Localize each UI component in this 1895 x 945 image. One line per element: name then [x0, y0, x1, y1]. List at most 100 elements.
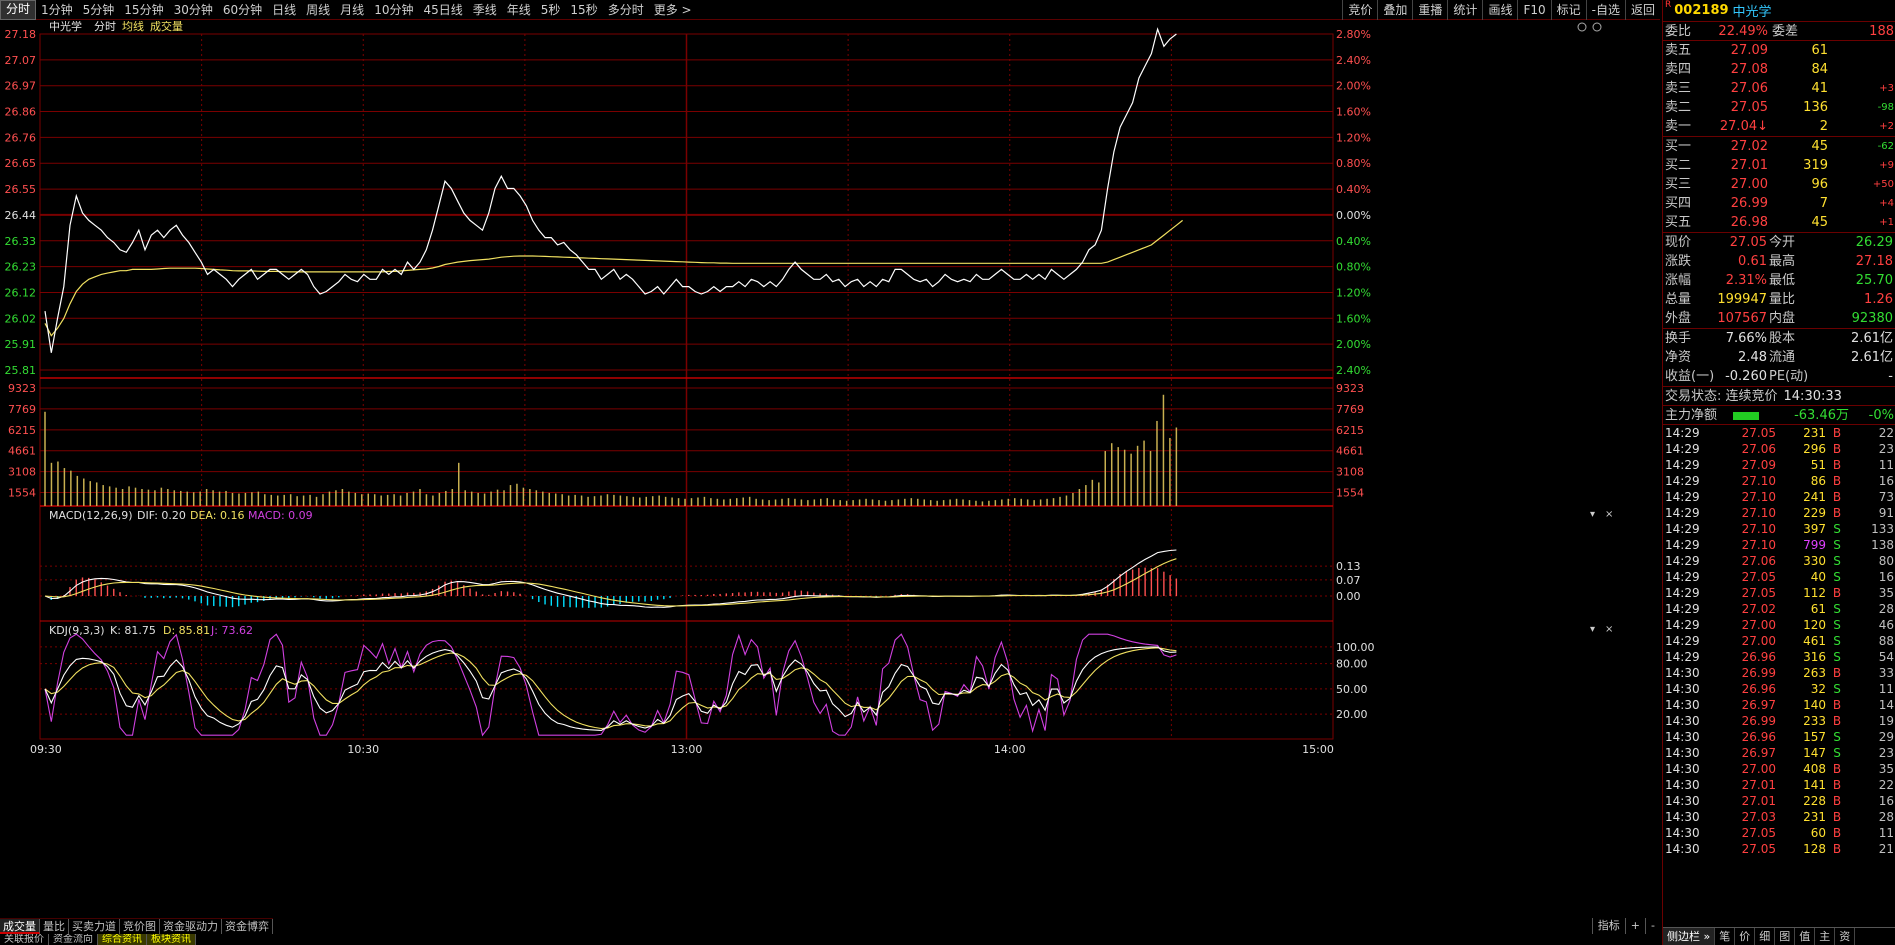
- tick-row[interactable]: 14:30 27.05 128 B 21: [1663, 841, 1895, 857]
- indicator-control-button[interactable]: -: [1645, 918, 1660, 934]
- tick-row[interactable]: 14:30 26.96 32 S 11: [1663, 681, 1895, 697]
- indicator-tab[interactable]: 买卖力道: [69, 919, 120, 934]
- tool-button[interactable]: F10: [1517, 0, 1550, 20]
- tick-row[interactable]: 14:29 27.09 51 B 11: [1663, 457, 1895, 473]
- level-volume: 45: [1811, 215, 1828, 230]
- tick-row[interactable]: 14:30 26.99 233 B 19: [1663, 713, 1895, 729]
- sells-level[interactable]: 卖三 27.06 41 +3: [1663, 79, 1895, 98]
- tick-row[interactable]: 14:29 27.02 61 S 28: [1663, 601, 1895, 617]
- period-tab[interactable]: 多分时: [603, 0, 649, 20]
- tool-button[interactable]: 竞价: [1342, 0, 1377, 20]
- sells-level[interactable]: 卖五 27.09 61: [1663, 41, 1895, 60]
- tick-row[interactable]: 14:30 26.99 263 B 33: [1663, 665, 1895, 681]
- side-tab[interactable]: 值: [1795, 928, 1816, 945]
- indicator-tab[interactable]: 量比: [40, 919, 69, 934]
- period-tab[interactable]: 10分钟: [369, 0, 418, 20]
- tick-row[interactable]: 14:30 26.97 147 S 23: [1663, 745, 1895, 761]
- tool-button[interactable]: 叠加: [1377, 0, 1412, 20]
- tick-row[interactable]: 14:30 27.03 231 B 28: [1663, 809, 1895, 825]
- period-tab[interactable]: 60分钟: [218, 0, 267, 20]
- tick-row[interactable]: 14:29 27.06 296 B 23: [1663, 441, 1895, 457]
- tick-time: 14:30: [1665, 666, 1700, 680]
- time-tick-label: 15:00: [1302, 743, 1334, 756]
- tick-row[interactable]: 14:29 27.00 461 S 88: [1663, 633, 1895, 649]
- stock-code[interactable]: 002189: [1674, 3, 1728, 18]
- close-icon[interactable]: ×: [1605, 624, 1613, 635]
- period-tab[interactable]: 更多 >: [649, 0, 697, 20]
- stock-name[interactable]: 中光学: [1733, 1, 1772, 20]
- period-tab[interactable]: 季线: [468, 0, 502, 20]
- close-icon[interactable]: ×: [1605, 509, 1613, 520]
- sells-level[interactable]: 卖二 27.05 136 -98: [1663, 98, 1895, 117]
- info-tab[interactable]: 板块资讯: [147, 934, 196, 945]
- tick-row[interactable]: 14:30 26.97 140 B 14: [1663, 697, 1895, 713]
- indicator-control-button[interactable]: +: [1624, 918, 1645, 934]
- tool-button[interactable]: -自选: [1585, 0, 1625, 20]
- side-tab[interactable]: 价: [1735, 928, 1756, 945]
- tick-row[interactable]: 14:29 27.05 231 B 22: [1663, 425, 1895, 441]
- info-tab[interactable]: 综合资讯: [98, 934, 147, 945]
- buys-level[interactable]: 买四 26.99 7 +4: [1663, 194, 1895, 213]
- tick-row[interactable]: 14:29 27.05 112 B 35: [1663, 585, 1895, 601]
- indicator-control-button[interactable]: 指标: [1591, 918, 1625, 934]
- buys-level[interactable]: 买二 27.01 319 +9: [1663, 156, 1895, 175]
- info-tab[interactable]: 关联报价: [0, 934, 49, 945]
- tool-button[interactable]: 标记: [1550, 0, 1586, 20]
- side-tab[interactable]: 笔: [1715, 928, 1736, 945]
- settings-icon[interactable]: [1592, 22, 1602, 32]
- tool-button[interactable]: 重播: [1412, 0, 1447, 20]
- buys-level[interactable]: 买一 27.02 45 -62: [1663, 137, 1895, 156]
- period-tab[interactable]: 年线: [502, 0, 536, 20]
- tick-volume: 140: [1803, 698, 1826, 712]
- tool-button[interactable]: 统计: [1447, 0, 1482, 20]
- tick-row[interactable]: 14:29 27.10 241 B 73: [1663, 489, 1895, 505]
- indicator-tab[interactable]: 竞价图: [120, 919, 160, 934]
- tick-row[interactable]: 14:29 27.00 120 S 46: [1663, 617, 1895, 633]
- info-tab[interactable]: 资金流向: [49, 934, 98, 945]
- tick-list[interactable]: 14:29 27.05 231 B 22 14:29 27.06 296 B 23 14:29 27.…: [1663, 425, 1895, 857]
- tool-button[interactable]: 画线: [1482, 0, 1517, 20]
- tick-row[interactable]: 14:29 27.05 40 S 16: [1663, 569, 1895, 585]
- indicator-tab[interactable]: 成交量: [0, 919, 40, 934]
- period-tab[interactable]: 1分钟: [36, 0, 78, 20]
- tick-row[interactable]: 14:29 27.10 229 B 91: [1663, 505, 1895, 521]
- tool-button[interactable]: 返回: [1624, 0, 1660, 20]
- period-tab[interactable]: 5分钟: [78, 0, 120, 20]
- tick-row[interactable]: 14:30 27.00 408 B 35: [1663, 761, 1895, 777]
- period-tab[interactable]: 15秒: [565, 0, 602, 20]
- period-tab[interactable]: 30分钟: [169, 0, 218, 20]
- tick-row[interactable]: 14:29 27.10 86 B 16: [1663, 473, 1895, 489]
- tick-row[interactable]: 14:30 27.01 141 B 22: [1663, 777, 1895, 793]
- tick-row[interactable]: 14:29 27.10 397 S 133: [1663, 521, 1895, 537]
- side-tab[interactable]: 主: [1815, 928, 1836, 945]
- tick-row[interactable]: 14:30 27.01 228 B 16: [1663, 793, 1895, 809]
- period-tab[interactable]: 日线: [267, 0, 301, 20]
- tick-row[interactable]: 14:29 27.10 799 S 138: [1663, 537, 1895, 553]
- period-tab[interactable]: 45日线: [418, 0, 467, 20]
- tick-row[interactable]: 14:30 26.96 157 S 29: [1663, 729, 1895, 745]
- indicator-tab[interactable]: 资金驱动力: [160, 919, 222, 934]
- side-tab[interactable]: 图: [1775, 928, 1796, 945]
- side-tab[interactable]: 资: [1835, 928, 1856, 945]
- period-tab[interactable]: 15分钟: [119, 0, 168, 20]
- buys-level[interactable]: 买三 27.00 96 +50: [1663, 175, 1895, 194]
- chevron-down-icon[interactable]: ▾: [1590, 624, 1595, 635]
- buys-level[interactable]: 买五 26.98 45 +1: [1663, 213, 1895, 232]
- indicator-tab[interactable]: 资金博弈: [222, 919, 273, 934]
- period-tab[interactable]: 分时: [0, 0, 37, 20]
- tick-row[interactable]: 14:29 26.96 316 S 54: [1663, 649, 1895, 665]
- period-tab[interactable]: 5秒: [536, 0, 566, 20]
- intraday-chart[interactable]: 27.18 2.80% 27.07 2.40% 26.97 2.00% 26.86 1.60%…: [0, 21, 1660, 920]
- side-tab[interactable]: 侧边栏 »: [1663, 928, 1716, 945]
- zoom-icon[interactable]: [1577, 22, 1587, 32]
- period-tab[interactable]: 月线: [335, 0, 369, 20]
- side-tab[interactable]: 细: [1755, 928, 1776, 945]
- tick-price: 27.09: [1741, 458, 1776, 472]
- period-tab[interactable]: 周线: [301, 0, 335, 20]
- tick-row[interactable]: 14:29 27.06 330 S 80: [1663, 553, 1895, 569]
- tick-row[interactable]: 14:30 27.05 60 B 11: [1663, 825, 1895, 841]
- chevron-down-icon[interactable]: ▾: [1590, 509, 1595, 520]
- sells-level[interactable]: 卖四 27.08 84: [1663, 60, 1895, 79]
- sells-level[interactable]: 卖一 27.04↓ 2 +2: [1663, 117, 1895, 136]
- intraday-chart-area[interactable]: 27.18 2.80% 27.07 2.40% 26.97 2.00% 26.86 1.60%…: [0, 21, 1660, 920]
